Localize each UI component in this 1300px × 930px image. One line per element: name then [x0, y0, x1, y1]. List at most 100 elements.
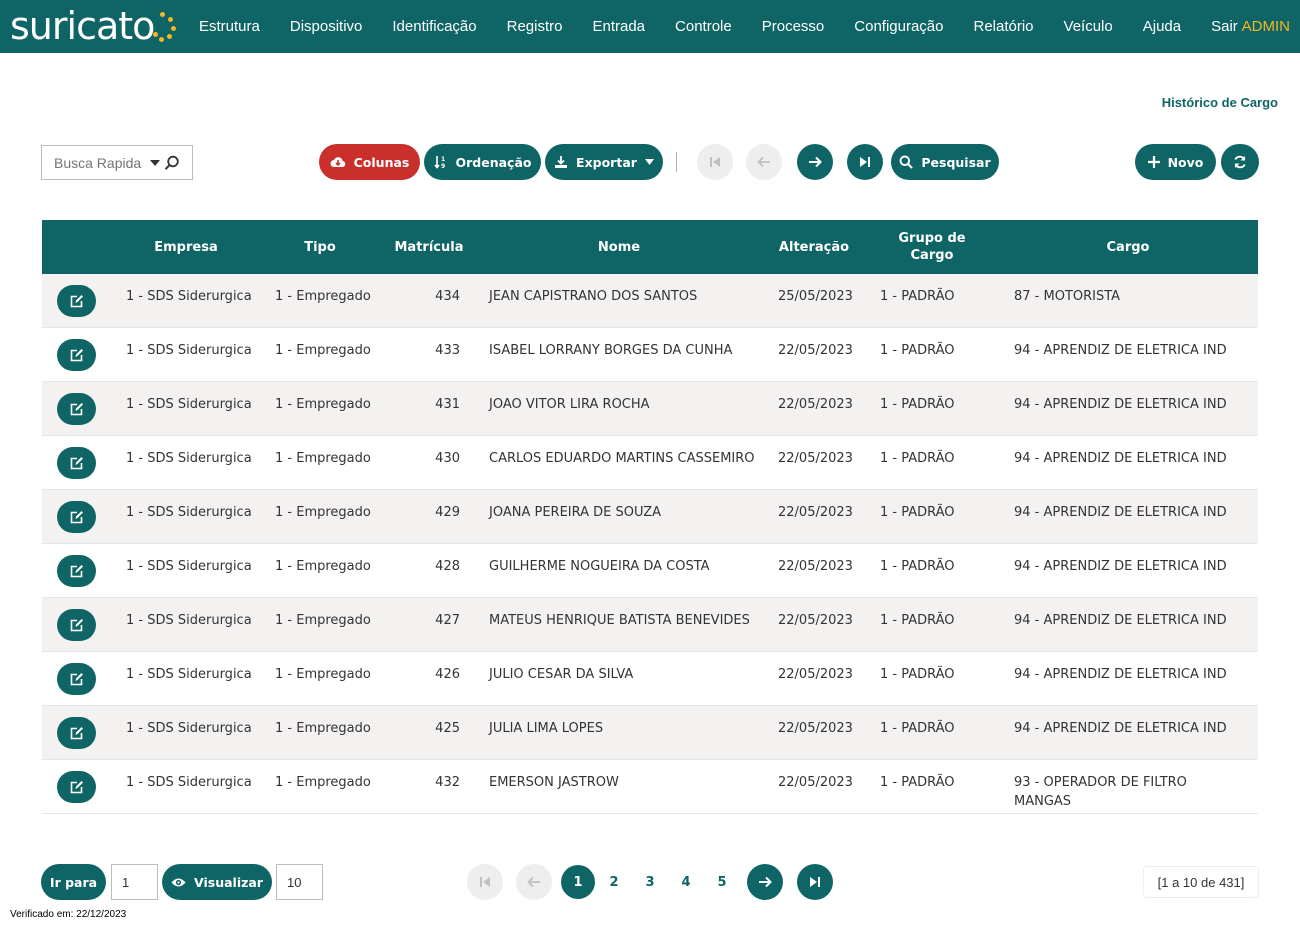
svg-text:9: 9: [441, 163, 445, 169]
new-label: Novo: [1167, 154, 1204, 170]
user-menu[interactable]: ADMIN: [1242, 0, 1290, 53]
cell-alteracao: 22/05/2023: [778, 397, 853, 412]
edit-row-button[interactable]: [57, 771, 96, 803]
nav-entrada[interactable]: Entrada: [577, 18, 660, 35]
search-button[interactable]: Pesquisar: [891, 144, 999, 180]
header-alteracao[interactable]: Alteração: [768, 220, 860, 274]
edit-row-button[interactable]: [57, 501, 96, 533]
edit-icon: [70, 565, 83, 578]
cell-alteracao: 22/05/2023: [778, 343, 853, 358]
page-2[interactable]: 2: [598, 864, 630, 900]
cell-alteracao: 25/05/2023: [778, 289, 853, 304]
cell-cargo: 94 - APRENDIZ DE ELETRICA IND: [1014, 451, 1227, 466]
last-page-icon: [810, 877, 820, 887]
nav-veiculo[interactable]: Veículo: [1049, 18, 1128, 35]
app-logo[interactable]: suricato: [10, 4, 178, 48]
nav-controle[interactable]: Controle: [660, 18, 747, 35]
export-label: Exportar: [576, 154, 637, 170]
nav-dispositivo[interactable]: Dispositivo: [275, 18, 378, 35]
header-grupo-de-cargo[interactable]: Grupo de Cargo: [882, 220, 982, 274]
first-page-icon: [480, 877, 490, 887]
cell-matricula: 434: [435, 289, 460, 304]
sort-button[interactable]: 1 9 Ordenação: [424, 144, 541, 180]
nav-estrutura[interactable]: Estrutura: [184, 18, 275, 35]
page-title: Histórico de Cargo: [1161, 95, 1278, 110]
edit-icon: [70, 403, 83, 416]
header-tipo[interactable]: Tipo: [280, 220, 360, 274]
page-5[interactable]: 5: [706, 864, 738, 900]
table-row: 1 - SDS Siderurgica 1 - Empregado 428 GU…: [42, 544, 1258, 598]
cell-empresa: 1 - SDS Siderurgica: [126, 721, 252, 736]
edit-row-button[interactable]: [57, 717, 96, 749]
download-icon: [555, 156, 568, 168]
main-menu: Estrutura Dispositivo Identificação Regi…: [184, 0, 1253, 53]
view-label: Visualizar: [194, 874, 263, 890]
arrow-left-icon: [757, 156, 770, 168]
nav-registro[interactable]: Registro: [492, 18, 578, 35]
pager-next-button[interactable]: [747, 864, 783, 900]
edit-row-button[interactable]: [57, 447, 96, 479]
edit-row-button[interactable]: [57, 609, 96, 641]
cell-matricula: 430: [435, 451, 460, 466]
edit-row-button[interactable]: [57, 663, 96, 695]
pager-first-button[interactable]: [467, 864, 503, 900]
pager-last-button[interactable]: [797, 864, 833, 900]
edit-row-button[interactable]: [57, 393, 96, 425]
previous-page-button[interactable]: [746, 144, 782, 180]
search-dropdown-icon[interactable]: [150, 160, 160, 166]
first-page-button[interactable]: [697, 144, 733, 180]
cell-tipo: 1 - Empregado: [275, 343, 371, 358]
header-empresa[interactable]: Empresa: [140, 220, 232, 274]
nav-ajuda[interactable]: Ajuda: [1128, 18, 1196, 35]
search-icon[interactable]: [164, 155, 180, 171]
goto-page-input[interactable]: [111, 864, 158, 900]
quick-search: [41, 145, 193, 180]
last-page-button[interactable]: [847, 144, 883, 180]
cell-grupo: 1 - PADRÃO: [880, 289, 955, 304]
table-row: 1 - SDS Siderurgica 1 - Empregado 434 JE…: [42, 274, 1258, 328]
new-button[interactable]: Novo: [1135, 144, 1216, 180]
table-row: 1 - SDS Siderurgica 1 - Empregado 431 JO…: [42, 382, 1258, 436]
cell-tipo: 1 - Empregado: [275, 667, 371, 682]
nav-identificacao[interactable]: Identificação: [377, 18, 491, 35]
cell-cargo: 87 - MOTORISTA: [1014, 289, 1121, 304]
header-matricula[interactable]: Matrícula: [385, 220, 473, 274]
cell-alteracao: 22/05/2023: [778, 505, 853, 520]
cell-nome: CARLOS EDUARDO MARTINS CASSEMIRO: [489, 451, 755, 466]
page-size-input[interactable]: [276, 864, 323, 900]
view-button[interactable]: Visualizar: [162, 864, 272, 900]
cell-nome: EMERSON JASTROW: [489, 775, 619, 790]
cell-tipo: 1 - Empregado: [275, 289, 371, 304]
table-header: Empresa Tipo Matrícula Nome Alteração Gr…: [42, 220, 1258, 274]
cell-cargo: 94 - APRENDIZ DE ELETRICA IND: [1014, 559, 1227, 574]
export-button[interactable]: Exportar: [545, 144, 663, 180]
cell-grupo: 1 - PADRÃO: [880, 613, 955, 628]
cell-alteracao: 22/05/2023: [778, 559, 853, 574]
pager-previous-button[interactable]: [516, 864, 552, 900]
nav-relatorio[interactable]: Relatório: [959, 18, 1049, 35]
edit-row-button[interactable]: [57, 285, 96, 317]
columns-label: Colunas: [353, 154, 410, 170]
header-nome[interactable]: Nome: [562, 220, 676, 274]
cell-matricula: 428: [435, 559, 460, 574]
quick-search-input[interactable]: [54, 154, 144, 171]
goto-button[interactable]: Ir para: [41, 864, 106, 900]
cell-nome: JOANA PEREIRA DE SOUZA: [489, 505, 662, 520]
cell-tipo: 1 - Empregado: [275, 451, 371, 466]
logo-text: suricato: [10, 4, 155, 48]
cell-alteracao: 22/05/2023: [778, 451, 853, 466]
cell-cargo: 94 - APRENDIZ DE ELETRICA IND: [1014, 505, 1227, 520]
columns-button[interactable]: Colunas: [319, 144, 420, 180]
edit-row-button[interactable]: [57, 555, 96, 587]
refresh-button[interactable]: [1221, 144, 1259, 180]
edit-row-button[interactable]: [57, 339, 96, 371]
page-1[interactable]: 1: [561, 865, 595, 899]
chevron-down-icon: [644, 159, 654, 165]
header-cargo[interactable]: Cargo: [1072, 220, 1184, 274]
nav-processo[interactable]: Processo: [747, 18, 840, 35]
page-3[interactable]: 3: [634, 864, 666, 900]
page-4[interactable]: 4: [670, 864, 702, 900]
next-page-button[interactable]: [797, 144, 833, 180]
nav-configuracao[interactable]: Configuração: [839, 18, 958, 35]
cell-matricula: 427: [435, 613, 460, 628]
